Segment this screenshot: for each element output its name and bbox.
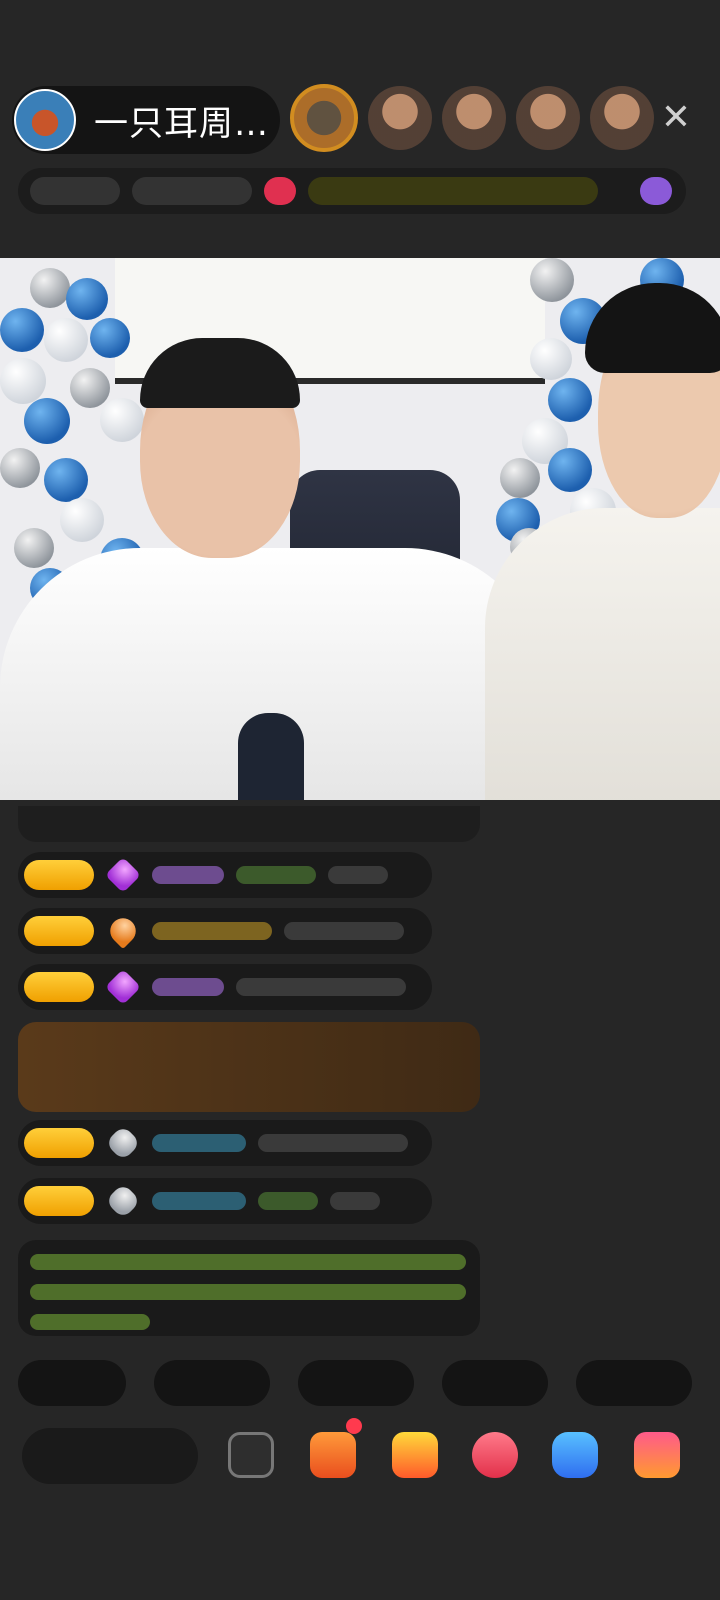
viewer-avatar[interactable] [368,86,432,150]
gift-icon[interactable] [310,1432,356,1478]
game-icon[interactable] [552,1432,598,1478]
balloon [24,398,70,444]
level-badge [24,860,94,890]
chat-username[interactable] [152,866,224,884]
comment-input[interactable] [22,1428,198,1484]
viewer-avatar[interactable] [290,84,358,152]
like-icon[interactable] [472,1432,518,1478]
chat-text [330,1192,380,1210]
balloon [100,398,144,442]
balloon [44,318,88,362]
balloon [0,358,46,404]
balloon [548,378,592,422]
top-viewers-list [290,84,654,152]
guest-person [485,508,720,800]
balloon [90,318,130,358]
hot-rank-chip[interactable] [308,177,598,205]
quick-reply-chip[interactable] [442,1360,548,1406]
red-envelope-icon[interactable] [392,1432,438,1478]
host-info-pill[interactable]: 一只耳周… [12,86,280,154]
level-badge [24,1128,94,1158]
balloon [44,458,88,502]
notice-line [30,1284,466,1300]
tag-chip-badge[interactable] [640,177,672,205]
fan-badge-icon [104,1124,142,1162]
fan-badge-icon [104,968,142,1006]
balloon [14,528,54,568]
host-avatar[interactable] [14,89,76,151]
viewer-avatar[interactable] [516,86,580,150]
chat-text [284,922,404,940]
quick-reply-chip[interactable] [298,1360,414,1406]
gift-banner-message[interactable] [18,1022,480,1112]
chat-mention [236,866,316,884]
emoji-icon[interactable] [228,1432,274,1478]
tag-chip[interactable] [30,177,120,205]
chat-message[interactable] [18,852,432,898]
chat-username[interactable] [152,1192,246,1210]
chat-text [328,866,388,884]
quick-reply-row [18,1360,692,1406]
notice-line [30,1314,150,1330]
chat-message[interactable] [18,964,432,1010]
balloon [0,448,40,488]
chat-mention [258,1192,318,1210]
info-tag-row [18,168,686,214]
level-badge [24,972,94,1002]
system-notice [18,1240,480,1336]
balloon [530,258,574,302]
balloon [530,338,572,380]
balloon [0,308,44,352]
fan-badge-icon [104,912,142,950]
chat-username[interactable] [152,922,272,940]
fan-badge-icon [104,1182,142,1220]
quick-reply-chip[interactable] [154,1360,270,1406]
chat-message[interactable] [18,1120,432,1166]
tag-chip-badge[interactable] [264,177,296,205]
balloon [60,498,104,542]
balloon [66,278,108,320]
level-badge [24,916,94,946]
host-name[interactable]: 一只耳周… [94,96,269,145]
fan-badge-icon [104,856,142,894]
microphone [238,713,304,800]
viewer-avatar[interactable] [590,86,654,150]
tag-chip[interactable] [132,177,252,205]
balloon [70,368,110,408]
notification-dot [346,1418,362,1434]
level-badge [24,1186,94,1216]
balloon [548,448,592,492]
balloon [30,268,70,308]
viewer-avatar[interactable] [442,86,506,150]
chat-message[interactable] [18,1178,432,1224]
close-icon[interactable]: ✕ [656,98,696,138]
chat-username[interactable] [152,978,224,996]
quick-reply-chip[interactable] [18,1360,126,1406]
chat-message[interactable] [18,908,432,954]
more-apps-icon[interactable] [634,1432,680,1478]
chat-text [236,978,406,996]
quick-reply-chip[interactable] [576,1360,692,1406]
notice-line [30,1254,466,1270]
live-video-stream[interactable] [0,258,720,800]
chat-text [258,1134,408,1152]
balloon [500,458,540,498]
chat-username[interactable] [152,1134,246,1152]
chat-message [18,806,480,842]
